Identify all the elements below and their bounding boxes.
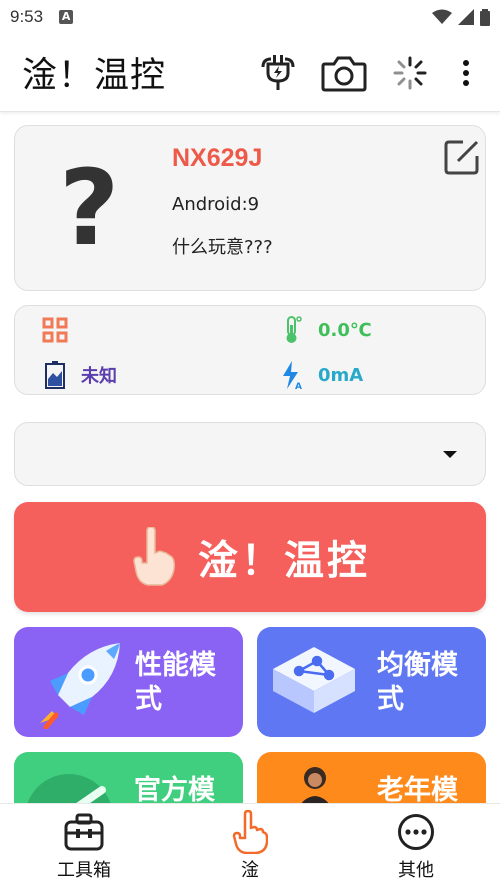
toolbox-icon	[64, 813, 104, 851]
svg-text:A: A	[295, 382, 302, 390]
tile-performance-label: 性能模 式	[135, 650, 216, 715]
app-title: 淦！温控	[22, 56, 167, 96]
device-image-placeholder: ?	[59, 147, 120, 269]
camera-button[interactable]	[318, 47, 370, 99]
balance-cube-icon	[273, 647, 355, 713]
signal-icon	[458, 9, 474, 25]
tile-performance-mode[interactable]: 性能模 式	[14, 627, 243, 737]
mode-dropdown[interactable]	[14, 422, 486, 486]
tile-balance-mode[interactable]: 均衡模 式	[257, 627, 486, 737]
status-icons	[432, 8, 490, 26]
android-version: Android:9	[172, 194, 260, 215]
battery-status-value: 未知	[81, 366, 117, 387]
nav-toolbox-label: 工具箱	[57, 860, 111, 881]
current-stat: A 0mA	[278, 361, 364, 390]
dropdown-arrow-icon	[443, 451, 457, 458]
finger-icon	[133, 527, 175, 586]
status-time: 9:53	[10, 7, 44, 26]
device-card: ? NX629J Android:9 什么玩意???	[14, 125, 486, 291]
more-vert-icon	[463, 59, 469, 86]
nav-other[interactable]: 其他	[356, 804, 476, 888]
edit-button[interactable]	[443, 138, 481, 176]
nav-toolbox[interactable]: 工具箱	[24, 804, 144, 888]
thermometer-icon	[278, 316, 306, 344]
current-value: 0mA	[318, 364, 364, 386]
device-name: NX629J	[172, 144, 263, 172]
rocket-icon	[40, 643, 120, 729]
tile-balance-label: 均衡模 式	[377, 650, 458, 715]
temperature-value: 0.0℃	[318, 319, 372, 341]
battery-stat: 未知	[41, 361, 117, 389]
current-bolt-icon: A	[278, 361, 306, 390]
nav-main[interactable]: 淦	[190, 804, 310, 888]
more-button[interactable]	[454, 47, 478, 99]
app-bar-actions	[238, 47, 478, 99]
grid-stat	[41, 316, 81, 344]
main-temp-control-button[interactable]: 淦！温控	[14, 502, 486, 612]
stats-card: 0.0℃ 未知 A 0mA	[14, 305, 486, 395]
grid-icon	[41, 316, 69, 344]
plug-button[interactable]	[252, 47, 304, 99]
camera-icon	[321, 56, 367, 91]
battery-icon	[480, 8, 490, 26]
nav-main-label: 淦	[241, 860, 259, 881]
status-bar: 9:53 A	[0, 0, 500, 34]
notification-icon: A	[59, 10, 74, 24]
edit-icon	[444, 140, 479, 175]
nav-other-label: 其他	[398, 860, 434, 881]
hand-icon	[232, 810, 268, 854]
more-horiz-icon	[398, 814, 434, 850]
loading-button[interactable]	[384, 47, 436, 99]
main-button-label: 淦！温控	[198, 538, 370, 584]
plug-icon	[261, 54, 295, 90]
loading-icon	[393, 56, 427, 89]
battery-status-icon	[41, 361, 69, 389]
wifi-icon	[432, 9, 452, 24]
app-bar: 淦！温控	[0, 34, 500, 112]
bottom-navigation: 工具箱 淦 其他	[0, 803, 500, 888]
device-description: 什么玩意???	[172, 237, 273, 258]
temperature-stat: 0.0℃	[278, 316, 372, 344]
